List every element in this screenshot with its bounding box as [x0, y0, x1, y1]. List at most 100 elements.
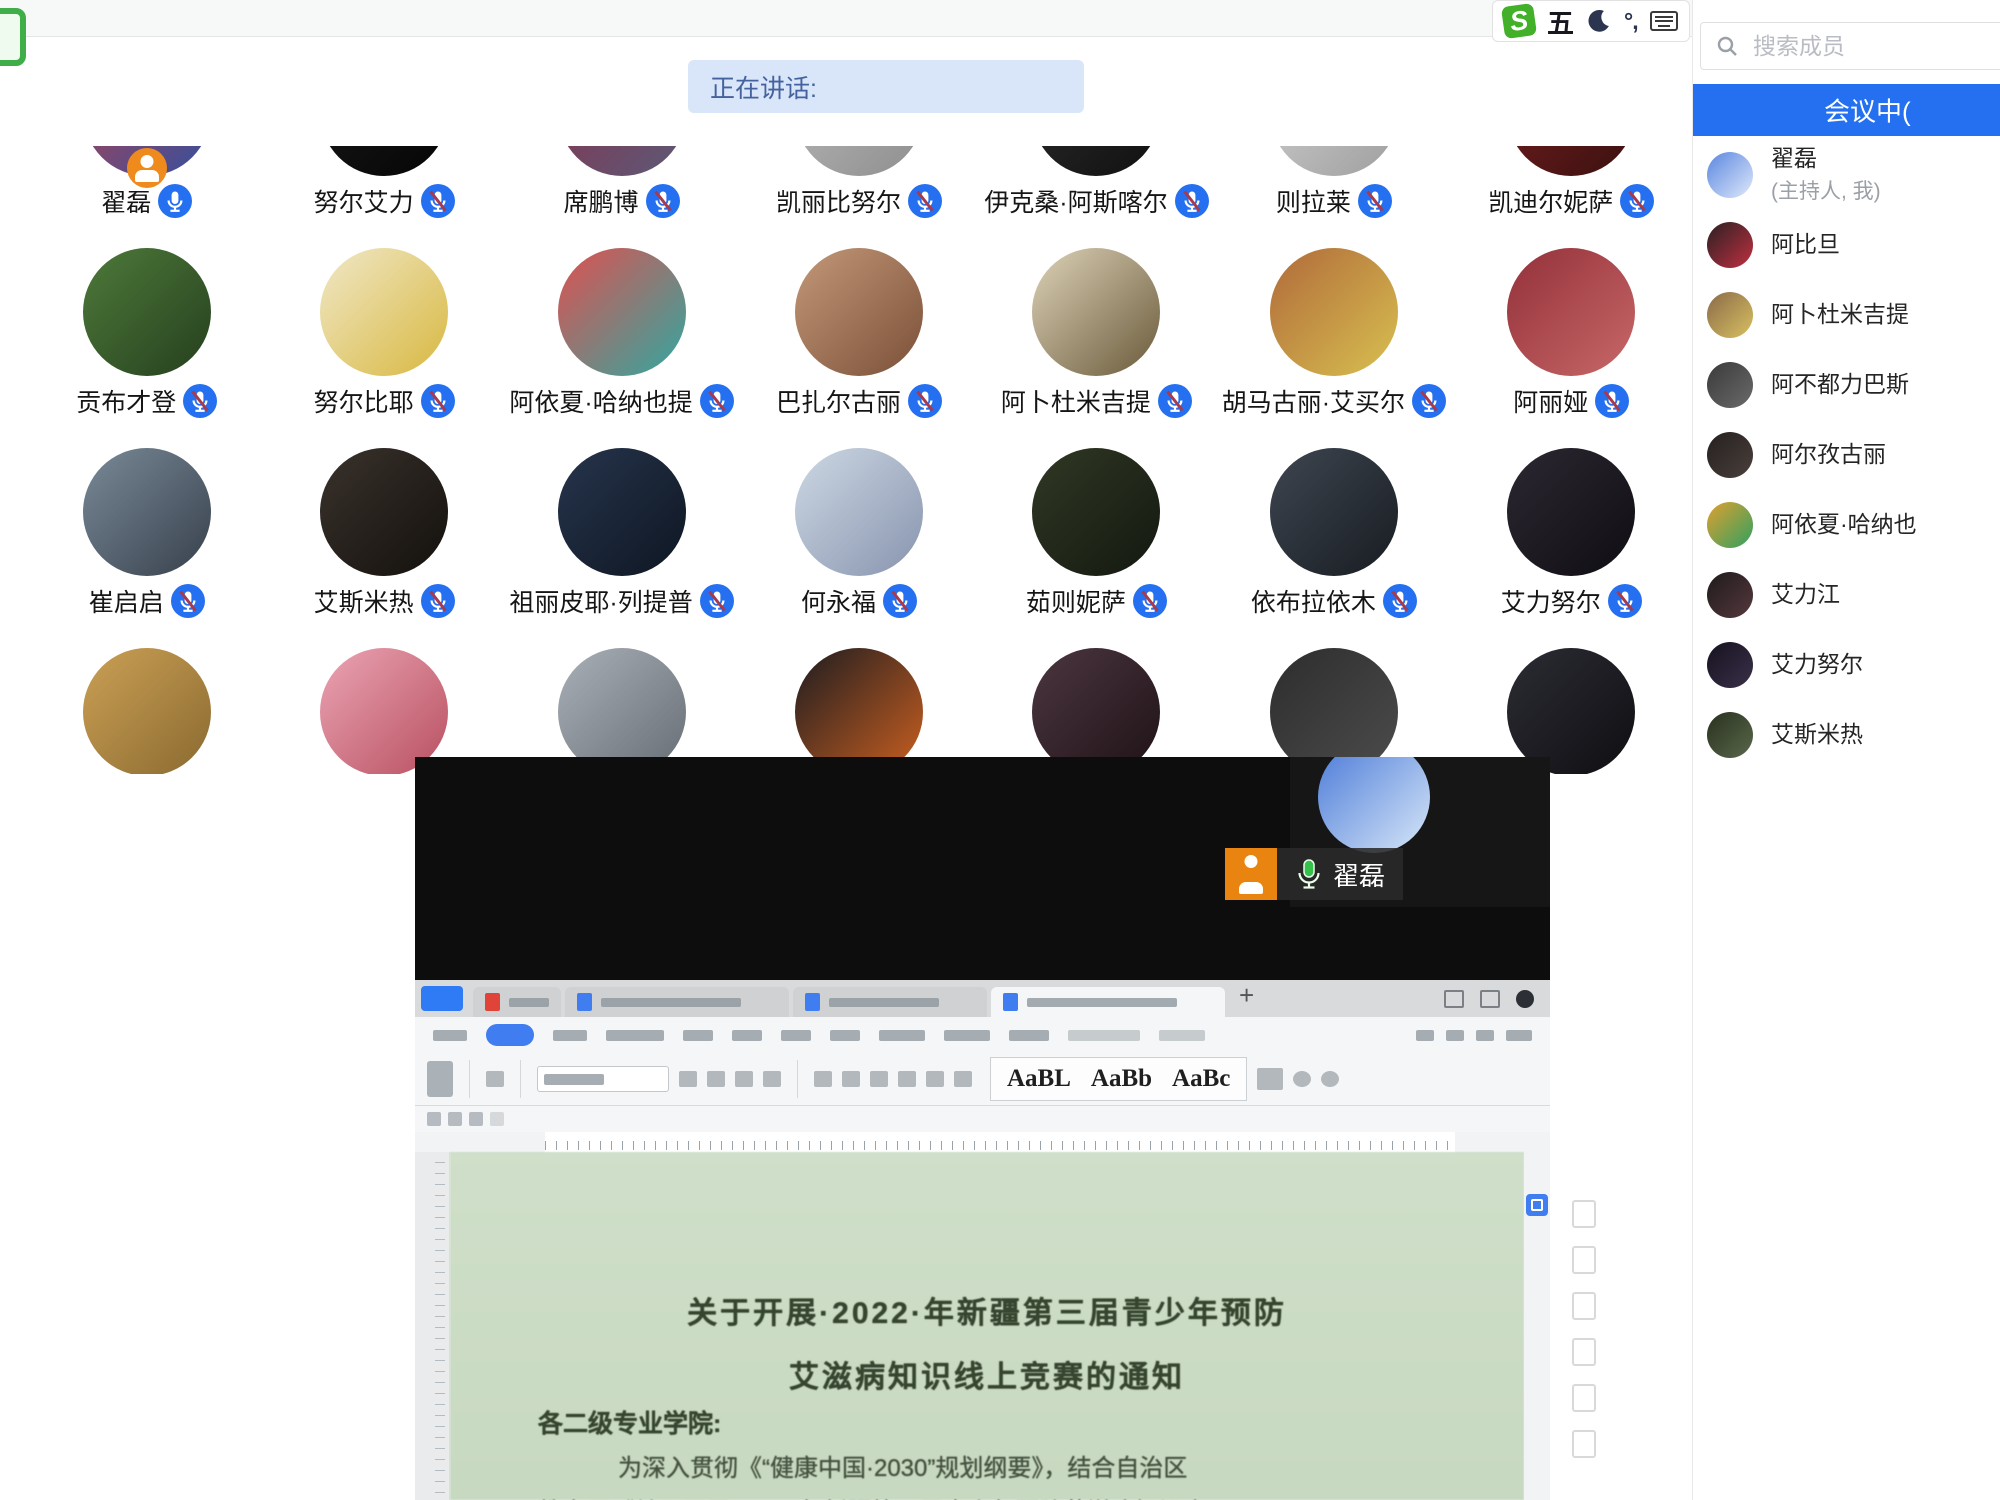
mic-icon[interactable]	[1175, 184, 1209, 218]
side-tool-icon[interactable]	[1572, 1430, 1596, 1458]
moon-icon[interactable]	[1586, 8, 1612, 34]
document-page[interactable]: 关于开展·2022·年新疆第三届青少年预防 艾滋病知识线上竞赛的通知 各二级专业…	[450, 1152, 1524, 1500]
menu-item[interactable]	[433, 1030, 467, 1041]
mic-icon[interactable]	[646, 184, 680, 218]
font-select[interactable]	[537, 1066, 669, 1092]
shading-button[interactable]	[954, 1071, 972, 1087]
ime-mode-char[interactable]: 五	[1547, 2, 1574, 41]
sogou-logo-icon[interactable]: S	[1501, 3, 1537, 39]
wps-tab[interactable]	[565, 987, 789, 1017]
member-item[interactable]: 艾力努尔	[1693, 630, 2000, 700]
menu-item-active[interactable]	[486, 1024, 534, 1046]
menu-item[interactable]	[1068, 1030, 1140, 1041]
mic-icon[interactable]	[700, 584, 734, 618]
style-chip[interactable]: AaBb	[1091, 1065, 1152, 1093]
mic-icon[interactable]	[421, 184, 455, 218]
member-item[interactable]: 艾力江	[1693, 560, 2000, 630]
participant-tile[interactable]: 巴扎尔古丽	[740, 248, 977, 448]
participant-tile[interactable]	[28, 648, 265, 774]
menu-item[interactable]	[683, 1030, 713, 1041]
menu-item[interactable]	[944, 1030, 990, 1041]
member-search-box[interactable]	[1700, 22, 2000, 70]
style-chip[interactable]: AaBc	[1172, 1065, 1230, 1093]
participant-tile[interactable]: 凯迪尔妮萨	[1453, 146, 1690, 248]
new-tab-button[interactable]: +	[1239, 980, 1254, 1011]
mic-icon[interactable]	[183, 384, 217, 418]
style-chip[interactable]: AaBL	[1007, 1065, 1071, 1093]
mic-icon[interactable]	[908, 184, 942, 218]
styles-gallery[interactable]: AaBL AaBb AaBc	[990, 1057, 1247, 1101]
participant-tile[interactable]	[978, 648, 1215, 774]
menu-item[interactable]	[830, 1030, 860, 1041]
mic-icon[interactable]	[1158, 384, 1192, 418]
participant-tile[interactable]: 阿卜杜米吉提	[978, 248, 1215, 448]
member-item[interactable]: 翟磊 (主持人, 我)	[1693, 140, 2000, 210]
align-center-button[interactable]	[842, 1071, 860, 1087]
tab-in-meeting[interactable]: 会议中(	[1693, 84, 2000, 136]
side-tool-icon[interactable]	[1572, 1384, 1596, 1412]
mic-icon[interactable]	[171, 584, 205, 618]
side-tool-icon[interactable]	[1572, 1200, 1596, 1228]
account-avatar-icon[interactable]	[1516, 990, 1534, 1008]
mic-icon[interactable]	[1412, 384, 1446, 418]
list-button[interactable]	[870, 1071, 888, 1087]
mic-icon[interactable]	[1358, 184, 1392, 218]
underline-button[interactable]	[735, 1071, 753, 1087]
mic-icon[interactable]	[1608, 584, 1642, 618]
participant-tile[interactable]: 贡布才登	[28, 248, 265, 448]
menu-item[interactable]	[606, 1030, 664, 1041]
bold-button[interactable]	[679, 1071, 697, 1087]
participant-tile[interactable]: 伊克桑·阿斯喀尔	[978, 146, 1215, 248]
side-tool-icon[interactable]	[1572, 1338, 1596, 1366]
participant-tile[interactable]: 何永福	[740, 448, 977, 648]
menu-item[interactable]	[1159, 1030, 1205, 1041]
participant-tile[interactable]: 努尔比耶	[265, 248, 502, 448]
member-item[interactable]: 阿卜杜米吉提	[1693, 280, 2000, 350]
table-button[interactable]	[1257, 1068, 1283, 1090]
view-icon[interactable]	[427, 1112, 441, 1126]
menu-item[interactable]	[1009, 1030, 1049, 1041]
mic-icon[interactable]	[883, 584, 917, 618]
side-tool-icon[interactable]	[1572, 1246, 1596, 1274]
mic-icon[interactable]	[1595, 384, 1629, 418]
wps-tab[interactable]	[793, 987, 987, 1017]
participant-tile[interactable]	[1215, 648, 1452, 774]
paste-button[interactable]	[427, 1061, 453, 1097]
member-item[interactable]: 阿尔孜古丽	[1693, 420, 2000, 490]
ime-tone-marks[interactable]: °,	[1624, 8, 1638, 35]
participant-tile[interactable]: 阿依夏·哈纳也提	[503, 248, 740, 448]
keyboard-icon[interactable]	[1650, 10, 1678, 32]
member-item[interactable]: 阿不都力巴斯	[1693, 350, 2000, 420]
font-color-button[interactable]	[763, 1071, 781, 1087]
wps-tab-active[interactable]	[991, 987, 1225, 1017]
member-item[interactable]: 艾斯米热	[1693, 700, 2000, 770]
participant-tile[interactable]: 崔启启	[28, 448, 265, 648]
view-icon[interactable]	[490, 1112, 504, 1126]
participant-tile[interactable]: 艾力努尔	[1453, 448, 1690, 648]
mic-icon[interactable]	[1383, 584, 1417, 618]
participant-tile[interactable]: 翟磊	[28, 146, 265, 248]
participant-tile[interactable]: 祖丽皮耶·列提普	[503, 448, 740, 648]
wps-logo[interactable]	[421, 986, 463, 1011]
align-left-button[interactable]	[814, 1071, 832, 1087]
mic-icon[interactable]	[700, 384, 734, 418]
participant-tile[interactable]: 努尔艾力	[265, 146, 502, 248]
participant-tile[interactable]	[503, 648, 740, 774]
menu-item[interactable]	[553, 1030, 587, 1041]
mic-icon[interactable]	[908, 384, 942, 418]
member-item[interactable]: 阿比旦	[1693, 210, 2000, 280]
participant-tile[interactable]: 艾斯米热	[265, 448, 502, 648]
view-icon[interactable]	[448, 1112, 462, 1126]
find-button[interactable]	[1293, 1071, 1311, 1087]
mic-icon[interactable]	[421, 384, 455, 418]
participant-tile[interactable]: 凯丽比努尔	[740, 146, 977, 248]
mic-icon[interactable]	[1620, 184, 1654, 218]
member-item[interactable]: 阿依夏·哈纳也	[1693, 490, 2000, 560]
participant-tile[interactable]: 依布拉依木	[1215, 448, 1452, 648]
mic-icon[interactable]	[158, 184, 192, 218]
mic-icon[interactable]	[421, 584, 455, 618]
participant-tile[interactable]	[265, 648, 502, 774]
menu-item[interactable]	[732, 1030, 762, 1041]
menu-item[interactable]	[879, 1030, 925, 1041]
participant-tile[interactable]: 则拉莱	[1215, 146, 1452, 248]
